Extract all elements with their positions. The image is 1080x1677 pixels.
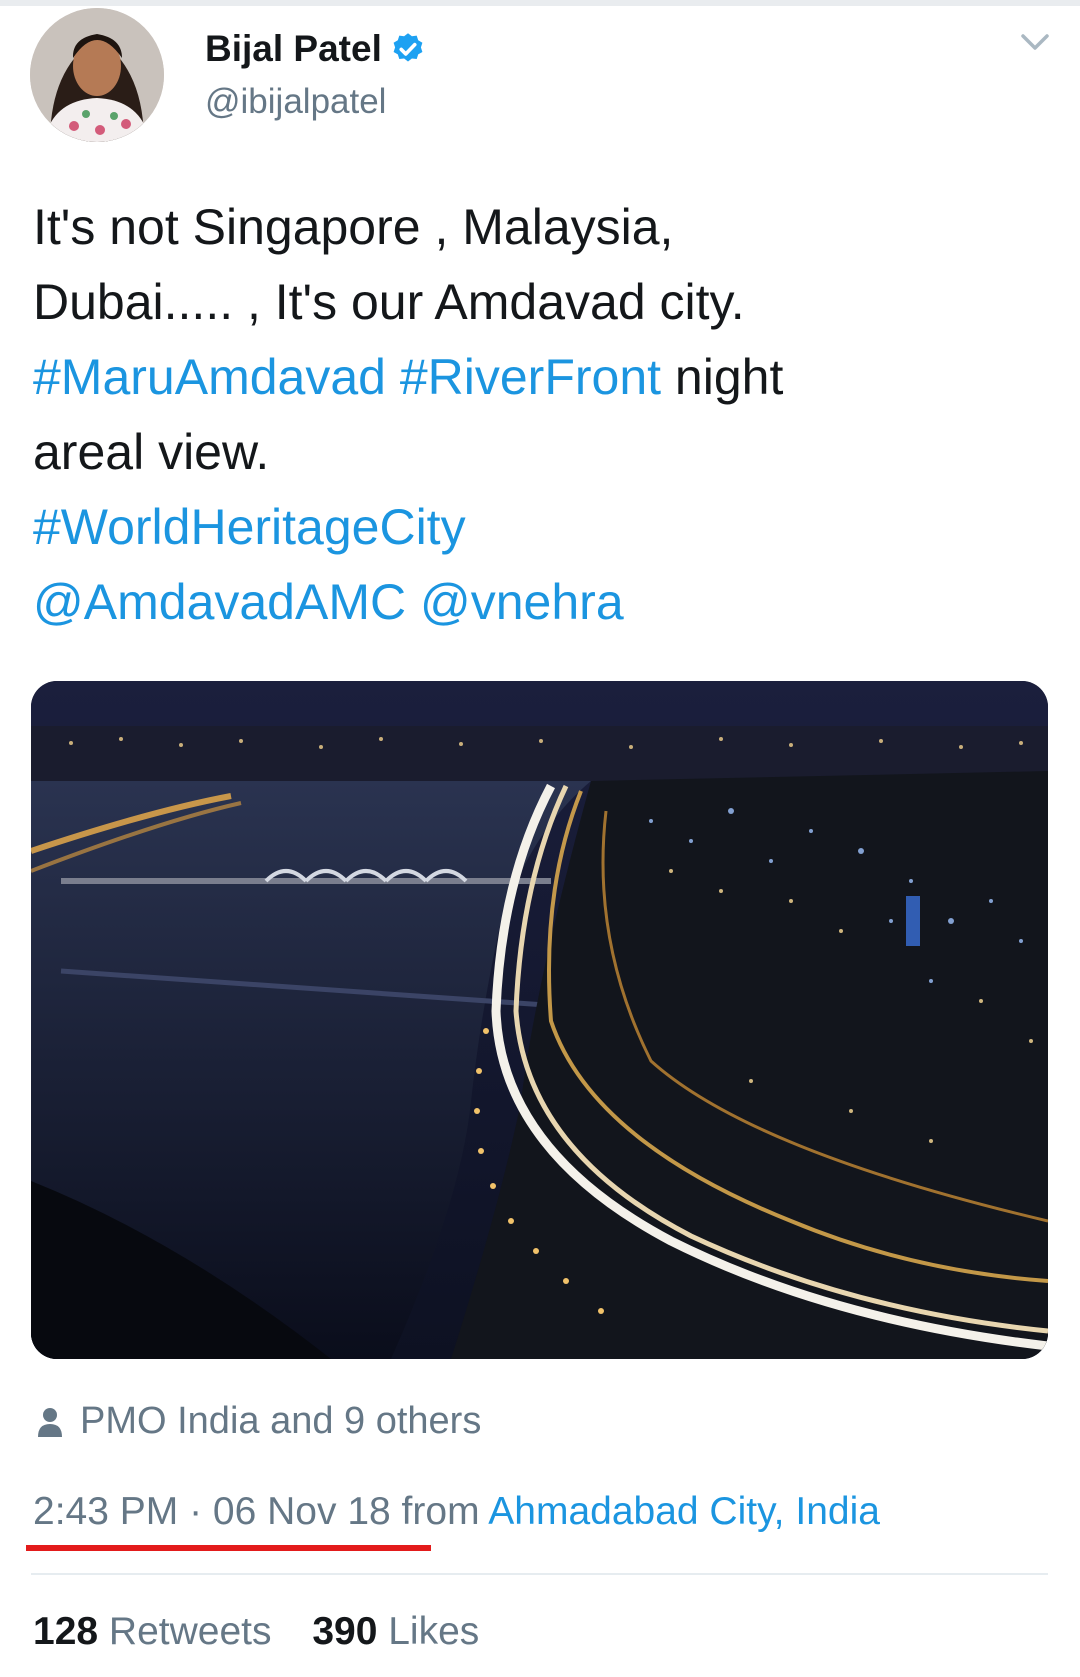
author-handle[interactable]: @ibijalpatel	[205, 82, 386, 122]
tweet-text-line: @AmdavadAMC @vnehra	[33, 565, 1043, 640]
author-name[interactable]: Bijal Patel	[205, 28, 382, 70]
top-divider	[0, 0, 1080, 6]
tweet-text-line: It's not Singapore , Malaysia,	[33, 190, 1043, 265]
retweets-count: 128	[33, 1610, 99, 1653]
meta-separator: ·	[178, 1490, 213, 1533]
likes-label: Likes	[377, 1610, 480, 1653]
tweet-time[interactable]: 2:43 PM	[33, 1490, 178, 1533]
tweet-text-line: #WorldHeritageCity	[33, 490, 1043, 565]
tweet-text-line: #MaruAmdavad #RiverFront night	[33, 340, 1043, 415]
from-label: from	[390, 1490, 489, 1533]
person-icon	[38, 1407, 62, 1437]
likes-count: 390	[312, 1610, 378, 1653]
tweet-text: It's not Singapore , Malaysia, Dubai.....…	[33, 190, 1043, 640]
tweet-photo[interactable]	[31, 681, 1048, 1359]
tweet-text-line: Dubai..... , It's our Amdavad city.	[33, 265, 1043, 340]
verified-badge-icon	[393, 33, 423, 62]
tweet-metadata: 2:43 PM · 06 Nov 18 from Ahmadabad City,…	[33, 1490, 880, 1534]
tweet-date[interactable]: 06 Nov 18	[213, 1490, 391, 1533]
stats-divider	[31, 1573, 1048, 1575]
tweet-text-line: areal view.	[33, 415, 1043, 490]
tweet-text-segment: It's not Singapore , Malaysia,	[33, 199, 674, 255]
author-name-row[interactable]: Bijal Patel	[205, 28, 426, 70]
retweets-stat[interactable]: 128 Retweets	[33, 1610, 271, 1653]
tweet-link[interactable]: #WorldHeritageCity	[33, 499, 466, 555]
tweet-text-segment: night	[661, 349, 784, 405]
likes-stat[interactable]: 390 Likes	[312, 1610, 479, 1653]
tweet-text-segment: Dubai..... , It's our Amdavad city.	[33, 274, 745, 330]
red-underline-annotation	[26, 1545, 431, 1551]
retweets-label: Retweets	[98, 1610, 272, 1653]
tweet-link[interactable]: #MaruAmdavad #RiverFront	[33, 349, 661, 405]
tweet-link[interactable]: @AmdavadAMC @vnehra	[33, 574, 624, 630]
tweet-location-link[interactable]: Ahmadabad City, India	[488, 1490, 880, 1533]
liked-by[interactable]: PMO India and 9 others	[36, 1400, 481, 1443]
chevron-down-icon[interactable]	[1018, 30, 1052, 54]
avatar[interactable]	[30, 8, 164, 142]
tweet-stats: 128 Retweets 390 Likes	[33, 1610, 509, 1654]
tweet-text-segment: areal view.	[33, 424, 270, 480]
liked-by-text: PMO India and 9 others	[80, 1400, 482, 1442]
